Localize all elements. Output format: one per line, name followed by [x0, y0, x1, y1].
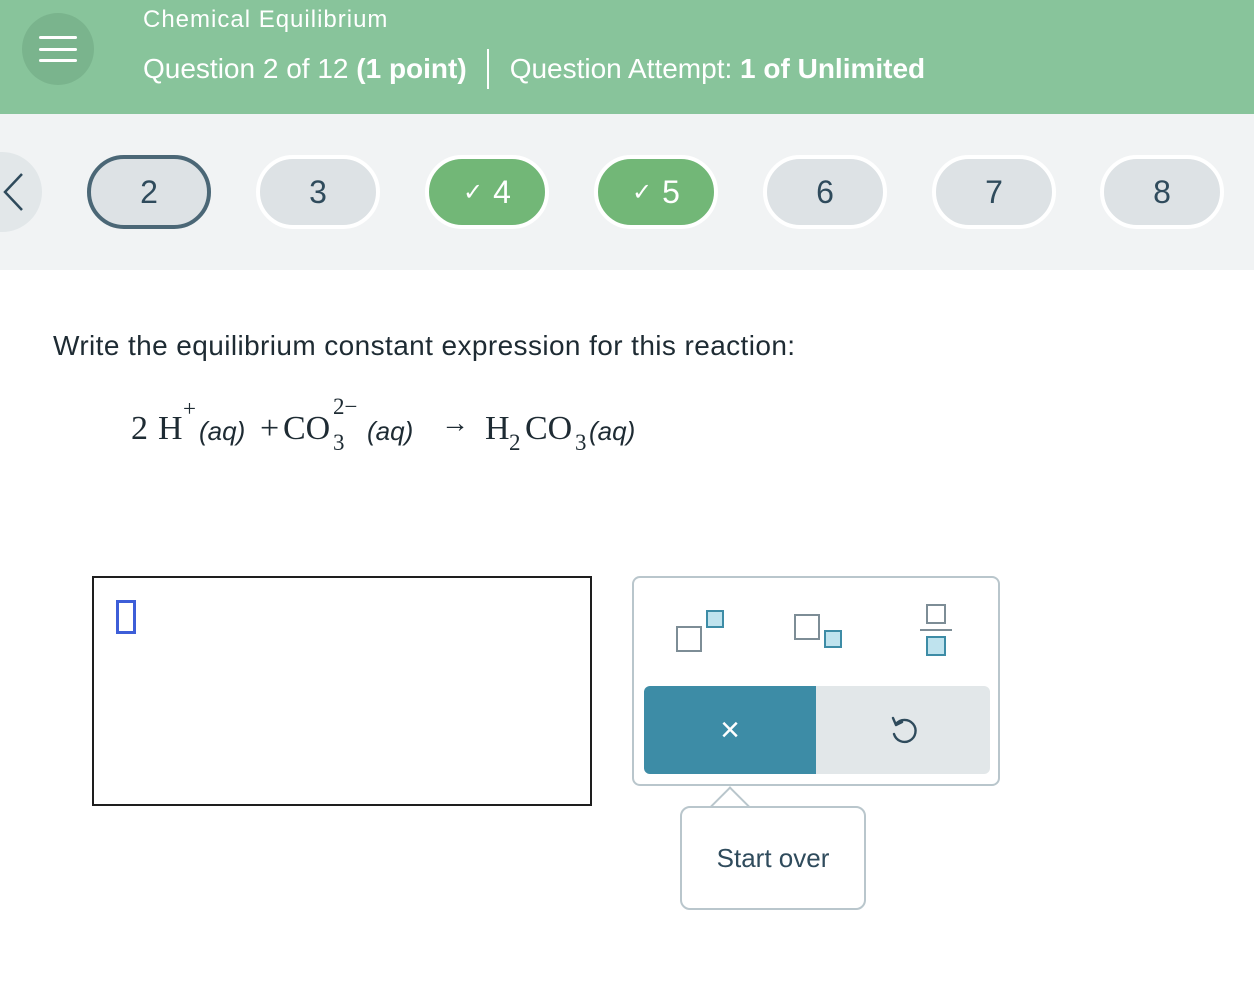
co3-product-subscript: 3	[575, 430, 587, 455]
question-pill-5[interactable]: ✓ 5	[594, 155, 718, 229]
h-charge: +	[183, 396, 196, 421]
topic-title: Chemical Equilibrium	[143, 6, 389, 33]
attempt-label: Question Attempt:	[509, 53, 733, 84]
chevron-left-icon	[3, 173, 23, 211]
pill-label: 8	[1153, 173, 1171, 210]
question-pill-7[interactable]: 7	[932, 155, 1056, 229]
question-pill-2[interactable]: 2	[87, 155, 211, 229]
pill-label: 2	[140, 173, 158, 210]
reactant-h: H	[158, 410, 183, 447]
start-over-tooltip: Start over	[680, 806, 866, 910]
question-pill-8[interactable]: 8	[1100, 155, 1224, 229]
pill-label: 4	[493, 173, 511, 210]
question-pill-6[interactable]: 6	[763, 155, 887, 229]
clear-button[interactable]: ×	[644, 686, 816, 774]
co3-state: (aq)	[367, 416, 414, 446]
co3-charge: 2−	[333, 394, 358, 419]
answer-input[interactable]	[92, 576, 592, 806]
previous-question-button[interactable]	[0, 152, 42, 232]
plus-sign: +	[260, 410, 280, 447]
header-bar: Chemical Equilibrium Question 2 of 12 (1…	[0, 0, 1254, 114]
tooltip-label: Start over	[716, 842, 830, 873]
h2-subscript: 2	[509, 430, 521, 455]
product-state: (aq)	[589, 416, 636, 446]
h-state: (aq)	[199, 416, 246, 446]
menu-button[interactable]	[22, 13, 94, 85]
question-prompt: Write the equilibrium constant expressio…	[53, 330, 796, 361]
check-icon: ✓	[463, 178, 484, 206]
pill-label: 3	[309, 173, 327, 210]
input-placeholder-box[interactable]	[116, 600, 136, 634]
divider	[486, 49, 489, 89]
question-points: (1 point)	[356, 53, 467, 84]
pill-label: 5	[662, 173, 680, 210]
check-icon: ✓	[632, 178, 653, 206]
product-co: CO	[525, 410, 573, 447]
math-palette: ×	[632, 576, 1000, 786]
co3-subscript: 3	[333, 430, 345, 455]
question-pill-4[interactable]: ✓ 4	[425, 155, 549, 229]
superscript-icon[interactable]	[674, 604, 744, 660]
product-h: H	[485, 410, 510, 447]
undo-icon	[891, 716, 917, 744]
undo-button[interactable]	[816, 686, 990, 774]
close-icon: ×	[720, 710, 740, 749]
coefficient: 2	[131, 410, 148, 447]
pill-label: 7	[985, 173, 1003, 210]
question-pill-3[interactable]: 3	[256, 155, 380, 229]
fraction-icon[interactable]	[904, 604, 974, 660]
question-nav: 2 3 ✓ 4 ✓ 5 6 7 8	[0, 114, 1254, 270]
reactant-co: CO	[283, 410, 331, 447]
question-status: Question 2 of 12 (1 point) Question Atte…	[143, 49, 925, 89]
question-number: Question 2 of 12	[143, 53, 349, 84]
hamburger-icon	[39, 36, 77, 62]
attempt-value: 1 of Unlimited	[740, 53, 926, 84]
subscript-icon[interactable]	[792, 604, 862, 660]
pill-label: 6	[816, 173, 834, 210]
reaction-arrow: →	[441, 408, 469, 439]
